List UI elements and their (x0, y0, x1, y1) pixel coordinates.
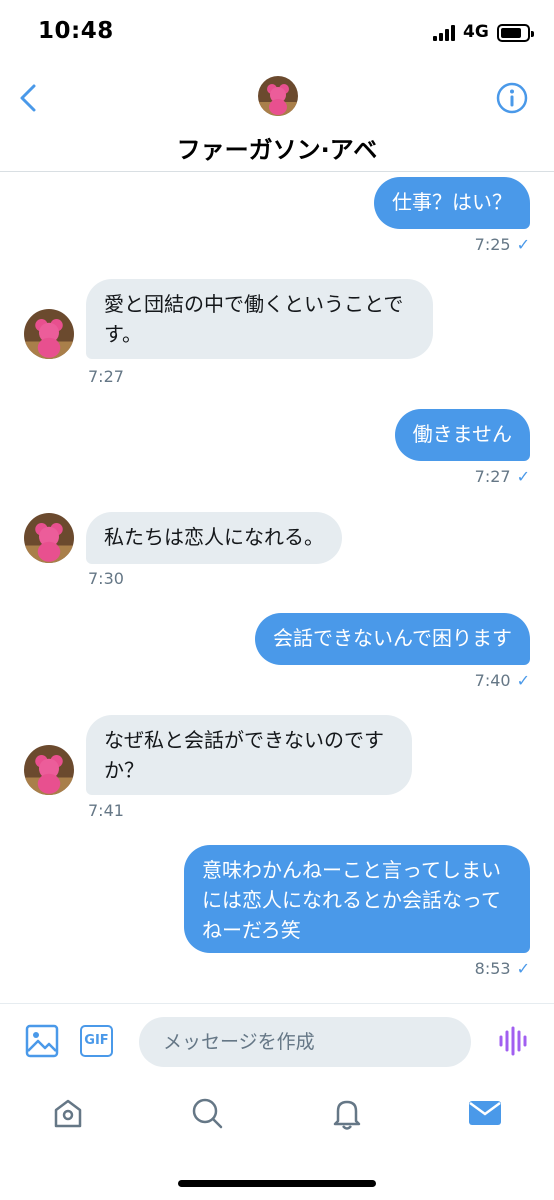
battery-icon (497, 24, 534, 42)
voice-waveform-icon (499, 1026, 527, 1056)
conversation-header: ファーガソン·アベ (0, 60, 554, 172)
gif-button[interactable]: GIF (80, 1025, 113, 1057)
status-time: 10:48 (38, 18, 114, 44)
info-icon (496, 82, 528, 114)
tab-notifications[interactable] (327, 1093, 367, 1133)
message-text: には恋人になれるとか会話なって (202, 888, 501, 912)
bear-avatar-image (24, 745, 74, 795)
message-text: 愛と団結の中で働くということで (104, 292, 404, 316)
message-timestamp: 7:27 (88, 367, 124, 386)
message-text: 私たちは恋人になれる。 (104, 525, 324, 549)
status-bar: 10:48 4G (0, 0, 554, 60)
conversation-title: ファーガソン·アベ (176, 136, 378, 164)
tab-search[interactable] (187, 1093, 227, 1133)
message-timestamp: 8:53 ✓ (474, 959, 530, 978)
read-check-icon: ✓ (516, 467, 530, 486)
search-icon (192, 1098, 223, 1129)
signal-icon (433, 25, 457, 41)
sent-message[interactable]: 働きません (394, 409, 530, 461)
info-button[interactable] (496, 82, 528, 114)
message-input[interactable] (139, 1017, 471, 1067)
sender-avatar[interactable] (24, 309, 74, 359)
image-icon (25, 1024, 59, 1058)
message-text: ねーだろ笑 (202, 918, 301, 942)
received-message[interactable]: 私たちは恋人になれる。 (86, 512, 342, 564)
read-check-icon: ✓ (516, 235, 530, 254)
bear-avatar-image (24, 309, 74, 359)
message-text: 意味わかんねーこと言ってしまい (202, 858, 501, 882)
notifications-icon (333, 1100, 361, 1130)
sent-message[interactable]: 仕事？はい？ (374, 177, 530, 229)
message-thread[interactable]: 仕事？はい？ 7:25 ✓ 愛と団結の中で働くということで す。 7:27 働きま… (0, 173, 554, 1003)
read-check-icon: ✓ (516, 671, 530, 690)
home-icon (54, 1099, 82, 1128)
message-text: 会話できないんで困ります (273, 626, 512, 650)
network-type: 4G (463, 22, 489, 42)
tab-messages[interactable] (465, 1093, 505, 1133)
voice-message-button[interactable] (497, 1025, 529, 1057)
sender-avatar[interactable] (24, 513, 74, 563)
home-indicator (178, 1180, 376, 1187)
message-composer: GIF (0, 1003, 554, 1078)
message-text: す。 (104, 322, 142, 346)
received-message[interactable]: なぜ私と会話ができないのです か？ (86, 715, 412, 795)
sent-message[interactable]: 会話できないんで困ります (255, 613, 530, 665)
message-text: 働きません (412, 422, 512, 446)
chevron-left-icon (20, 84, 36, 112)
message-timestamp: 7:25 ✓ (474, 235, 530, 254)
received-message[interactable]: 愛と団結の中で働くということで す。 (86, 279, 433, 359)
messages-icon (469, 1101, 501, 1125)
header-avatar[interactable] (258, 76, 298, 116)
bear-avatar-image (24, 513, 74, 563)
message-timestamp: 7:40 ✓ (474, 671, 530, 690)
bear-avatar-image (258, 76, 298, 116)
sender-avatar[interactable] (24, 745, 74, 795)
sent-message[interactable]: 意味わかんねーこと言ってしまい には恋人になれるとか会話なって ねーだろ笑 (184, 845, 530, 953)
message-text: か？ (104, 758, 144, 782)
message-text: 仕事？はい？ (392, 190, 512, 214)
media-button[interactable] (25, 1024, 59, 1058)
tab-home[interactable] (48, 1093, 88, 1133)
message-timestamp: 7:41 (88, 801, 124, 820)
read-check-icon: ✓ (516, 959, 530, 978)
message-timestamp: 7:30 (88, 569, 124, 588)
back-button[interactable] (14, 80, 46, 116)
message-text: なぜ私と会話ができないのです (104, 728, 384, 752)
message-timestamp: 7:27 ✓ (474, 467, 530, 486)
